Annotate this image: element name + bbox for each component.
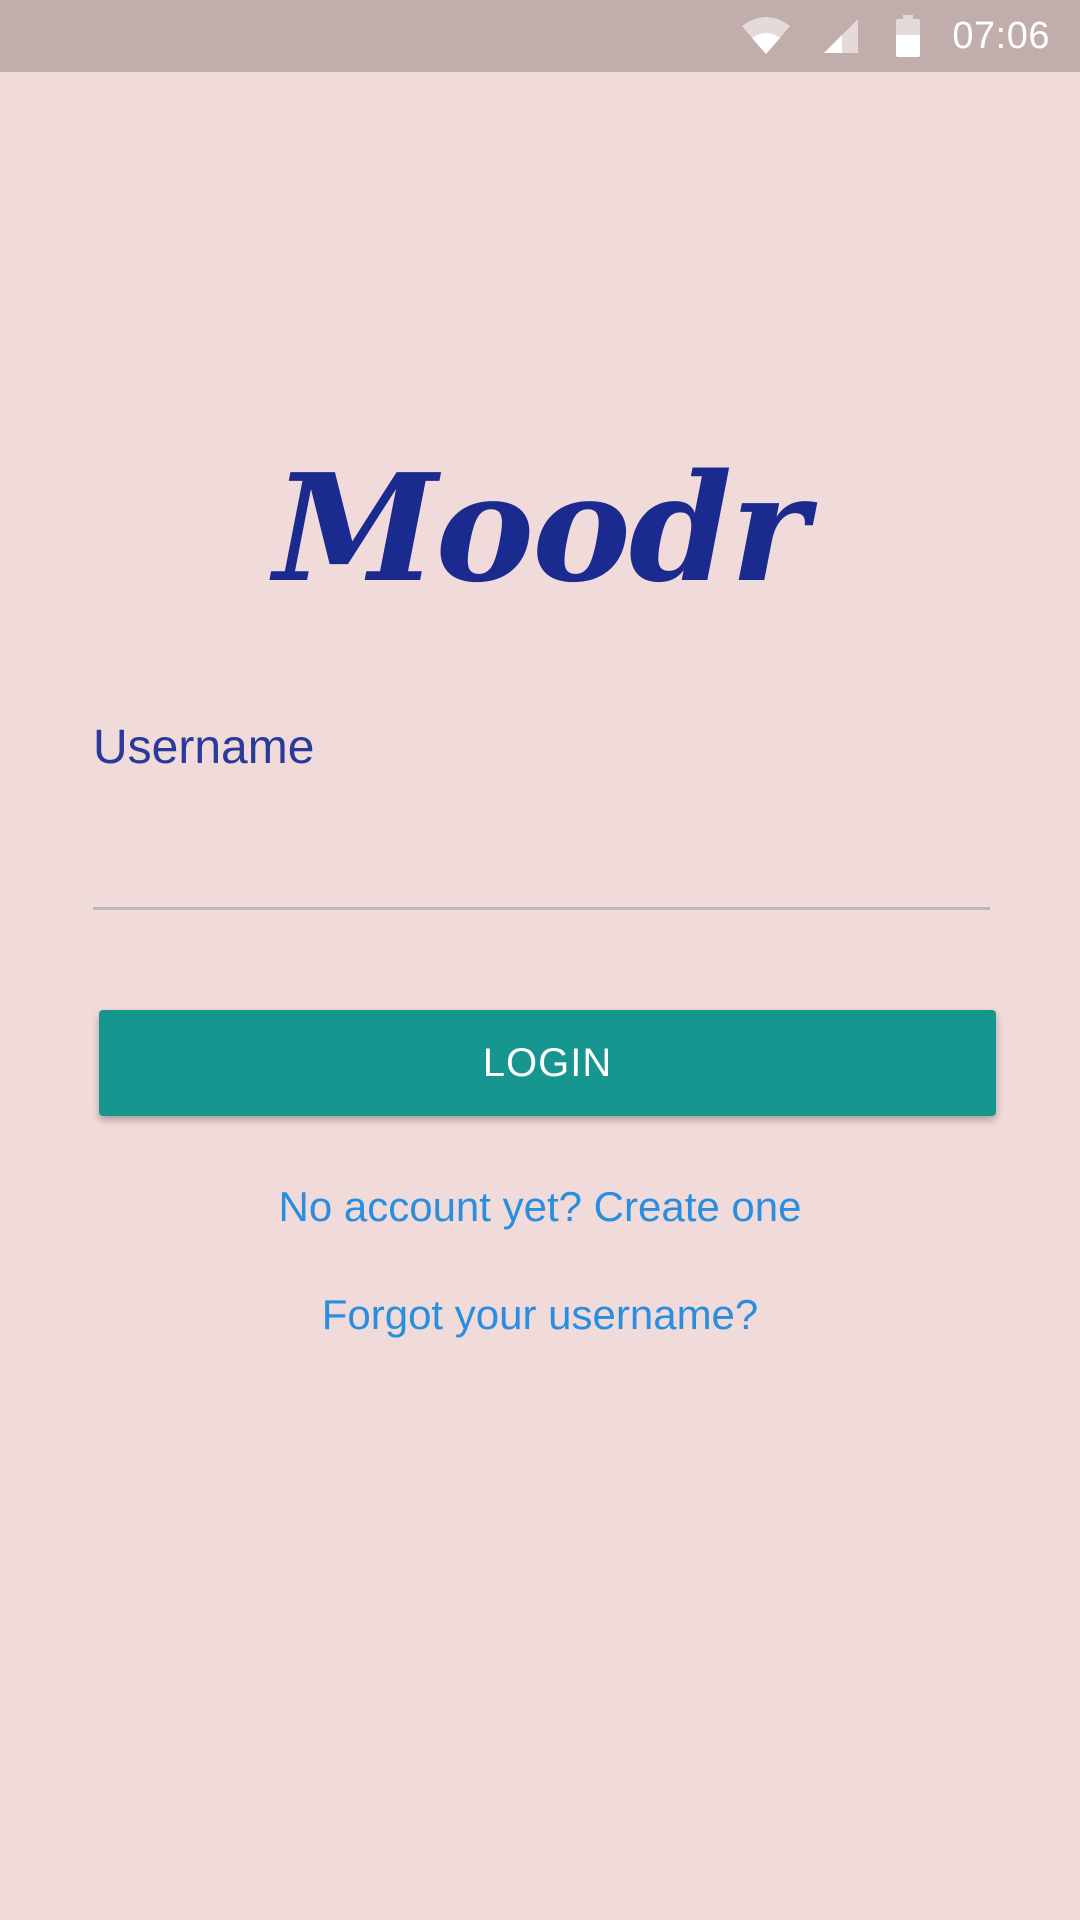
status-icons: 07:06 <box>740 0 1080 72</box>
username-label: Username <box>93 721 315 774</box>
status-bar: 07:06 <box>0 0 1080 72</box>
username-input[interactable] <box>93 800 990 910</box>
battery-icon <box>894 15 922 57</box>
login-screen: 07:06 Moodr Username LOGIN No account ye… <box>0 0 1080 1920</box>
status-clock: 07:06 <box>952 14 1050 57</box>
wifi-icon <box>740 16 792 56</box>
create-account-link[interactable]: No account yet? Create one <box>0 1182 1080 1232</box>
forgot-username-link[interactable]: Forgot your username? <box>0 1290 1080 1340</box>
login-button[interactable]: LOGIN <box>99 1010 996 1116</box>
signal-icon <box>822 17 860 55</box>
app-logo-title: Moodr <box>273 441 809 615</box>
